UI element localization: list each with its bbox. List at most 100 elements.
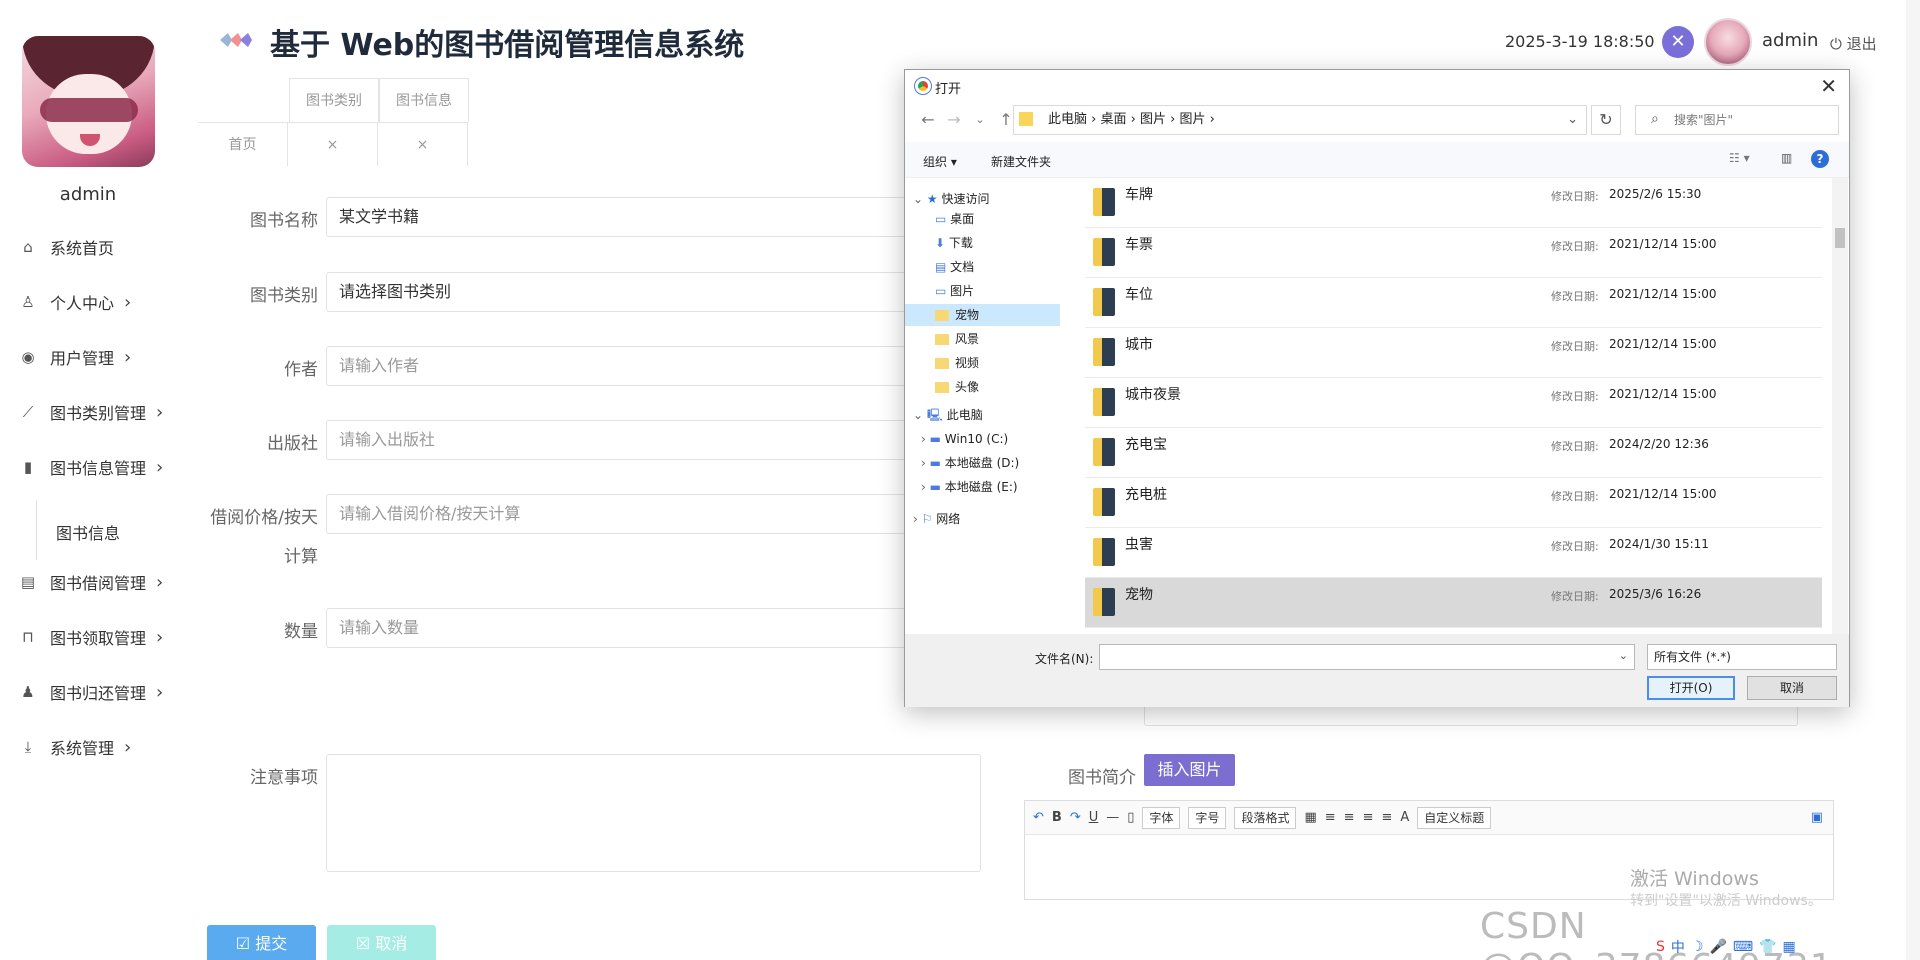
keyboard-icon[interactable]: ⌨	[1733, 939, 1753, 955]
sidebar-item-2[interactable]: ◉ 用户管理 ›	[0, 337, 176, 377]
settings-icon[interactable]: ✕	[1662, 26, 1694, 58]
nav-item[interactable]: 风景	[935, 328, 979, 350]
file-row[interactable]: 城市 修改日期: 2021/12/14 15:00	[1085, 328, 1822, 378]
nav-item[interactable]: ⌄ 🖳 此电脑	[913, 404, 983, 426]
logout-link[interactable]: ⏻ 退出	[1830, 33, 1877, 54]
file-row[interactable]: 充电桩 修改日期: 2021/12/14 15:00	[1085, 478, 1822, 528]
sidebar-item-6[interactable]: ⊓ 图书领取管理 ›	[0, 617, 176, 657]
breadcrumb-pictures[interactable]: 图片	[1140, 112, 1166, 127]
file-row[interactable]: 虫害 修改日期: 2024/1/30 15:11	[1085, 528, 1822, 578]
organize-button[interactable]: 组织 ▾	[923, 153, 957, 170]
close-icon[interactable]: ×	[378, 122, 468, 166]
new-folder-button[interactable]: 新建文件夹	[991, 153, 1051, 170]
breadcrumb-desktop[interactable]: 桌面	[1100, 112, 1126, 127]
file-list-scrollbar[interactable]	[1832, 178, 1848, 634]
page-scrollbar[interactable]	[1906, 0, 1920, 960]
notes-textarea[interactable]	[326, 754, 981, 872]
align-justify-icon[interactable]: ≡	[1381, 810, 1392, 825]
sidebar-item-5[interactable]: ▤ 图书借阅管理 ›	[0, 562, 176, 602]
submit-button[interactable]: ☑ 提交	[207, 925, 316, 960]
preview-pane-icon[interactable]: ▥	[1781, 151, 1792, 165]
font-select[interactable]: 字体	[1142, 806, 1181, 829]
filename-input[interactable]: ⌄	[1099, 644, 1635, 670]
nav-item[interactable]: 头像	[935, 376, 979, 398]
submenu-item-book-info[interactable]: 图书信息	[56, 520, 120, 544]
quantity-input[interactable]: 请输入数量	[326, 608, 926, 648]
apps-icon[interactable]: ▦	[1783, 939, 1796, 955]
size-select[interactable]: 字号	[1188, 806, 1227, 829]
header-username[interactable]: admin	[1762, 30, 1818, 51]
chevron-right-icon[interactable]: ›	[921, 480, 930, 494]
category-select[interactable]: 请选择图书类别	[326, 272, 926, 312]
nav-item[interactable]: › ▬ Win10 (C:)	[921, 428, 1008, 450]
redo-icon[interactable]: ↷	[1070, 810, 1081, 825]
publisher-input[interactable]: 请输入出版社	[326, 420, 926, 460]
chevron-down-icon[interactable]: ⌄	[967, 113, 993, 126]
help-icon[interactable]: ?	[1811, 150, 1829, 168]
filetype-select[interactable]: 所有文件 (*.*)	[1647, 644, 1837, 670]
align-right-icon[interactable]: ≡	[1363, 810, 1374, 825]
chevron-down-icon[interactable]: ⌄	[1567, 106, 1578, 134]
cancel-button[interactable]: ☒ 取消	[327, 925, 436, 960]
nav-item[interactable]: ⌄ ★ 快速访问	[913, 188, 989, 210]
nav-item[interactable]: ▤ 文档	[935, 256, 974, 278]
breadcrumb-pictures-sub[interactable]: 图片	[1179, 112, 1205, 127]
mic-icon[interactable]: 🎤	[1709, 939, 1726, 955]
forward-arrow-icon[interactable]: →	[941, 110, 967, 129]
file-row[interactable]: 充电宝 修改日期: 2024/2/20 12:36	[1085, 428, 1822, 478]
nav-item[interactable]: › ▬ 本地磁盘 (E:)	[921, 476, 1018, 498]
file-row[interactable]: 宠物 修改日期: 2025/3/6 16:26	[1085, 578, 1822, 628]
breadcrumb-pc[interactable]: 此电脑	[1048, 112, 1087, 127]
align-left-icon[interactable]: ≡	[1325, 810, 1336, 825]
moon-icon[interactable]: ☽	[1691, 939, 1704, 955]
file-row[interactable]: 车牌 修改日期: 2025/2/6 15:30	[1085, 178, 1822, 228]
source-icon[interactable]: ▣	[1811, 810, 1823, 825]
nav-item[interactable]: 视频	[935, 352, 979, 374]
font-color-icon[interactable]: A	[1400, 810, 1409, 825]
tab-home[interactable]: 首页	[198, 122, 288, 166]
sidebar-item-0[interactable]: ⌂ 系统首页	[0, 227, 176, 267]
chevron-down-icon[interactable]: ⌄	[913, 408, 927, 422]
tab-book-info[interactable]: 图书信息	[379, 78, 469, 122]
underline-icon[interactable]: U	[1089, 810, 1099, 825]
sogou-icon[interactable]: S	[1656, 939, 1665, 955]
nav-item[interactable]: ▭ 图片	[935, 280, 974, 302]
ime-icon[interactable]: 中	[1671, 937, 1685, 957]
close-icon[interactable]: ×	[288, 122, 378, 166]
file-row[interactable]: 车票 修改日期: 2021/12/14 15:00	[1085, 228, 1822, 278]
sidebar-item-7[interactable]: ♟ 图书归还管理 ›	[0, 672, 176, 712]
chevron-right-icon[interactable]: ›	[921, 432, 930, 446]
price-input[interactable]: 请输入借阅价格/按天计算	[326, 494, 926, 534]
align-center-icon[interactable]: ≡	[1344, 810, 1355, 825]
nav-item[interactable]: ▭ 桌面	[935, 208, 974, 230]
chevron-down-icon[interactable]: ⌄	[913, 192, 927, 206]
sidebar-item-8[interactable]: ⤓ 系统管理 ›	[0, 727, 176, 767]
insert-image-button[interactable]: 插入图片	[1144, 754, 1235, 786]
nav-item[interactable]: › ⚐ 网络	[913, 508, 960, 530]
undo-icon[interactable]: ↶	[1033, 810, 1044, 825]
bold-icon[interactable]: B	[1052, 810, 1062, 825]
tab-book-category[interactable]: 图书类别	[289, 78, 379, 122]
paragraph-select[interactable]: 段落格式	[1234, 806, 1297, 829]
refresh-icon[interactable]: ↻	[1591, 105, 1621, 135]
file-row[interactable]: 城市夜景 修改日期: 2021/12/14 15:00	[1085, 378, 1822, 428]
nav-item[interactable]: › ▬ 本地磁盘 (D:)	[921, 452, 1019, 474]
sidebar-item-3[interactable]: ⟋ 图书类别管理 ›	[0, 392, 176, 432]
author-input[interactable]: 请输入作者	[326, 346, 926, 386]
chevron-down-icon[interactable]: ⌄	[1619, 649, 1628, 662]
nav-item[interactable]: ⬇ 下载	[935, 232, 973, 254]
custom-title-select[interactable]: 自定义标题	[1417, 806, 1492, 829]
file-row[interactable]: 车位 修改日期: 2021/12/14 15:00	[1085, 278, 1822, 328]
close-icon[interactable]: ✕	[1820, 74, 1837, 98]
page-icon[interactable]: ▯	[1127, 810, 1134, 825]
header-avatar[interactable]	[1704, 18, 1752, 66]
search-input[interactable]: 搜索"图片"	[1635, 105, 1839, 135]
shirt-icon[interactable]: 👕	[1759, 939, 1776, 955]
sidebar-item-4[interactable]: ▮ 图书信息管理 ›	[0, 447, 176, 487]
book-name-input[interactable]: 某文学书籍	[326, 197, 926, 237]
sidebar-item-1[interactable]: ♙ 个人中心 ›	[0, 282, 176, 322]
address-bar[interactable]: 此电脑 › 桌面 › 图片 › 图片 › ⌄	[1013, 105, 1587, 135]
chevron-right-icon[interactable]: ›	[921, 456, 930, 470]
view-options-icon[interactable]: ☷ ▾	[1729, 151, 1750, 165]
open-button[interactable]: 打开(O)	[1647, 676, 1735, 700]
